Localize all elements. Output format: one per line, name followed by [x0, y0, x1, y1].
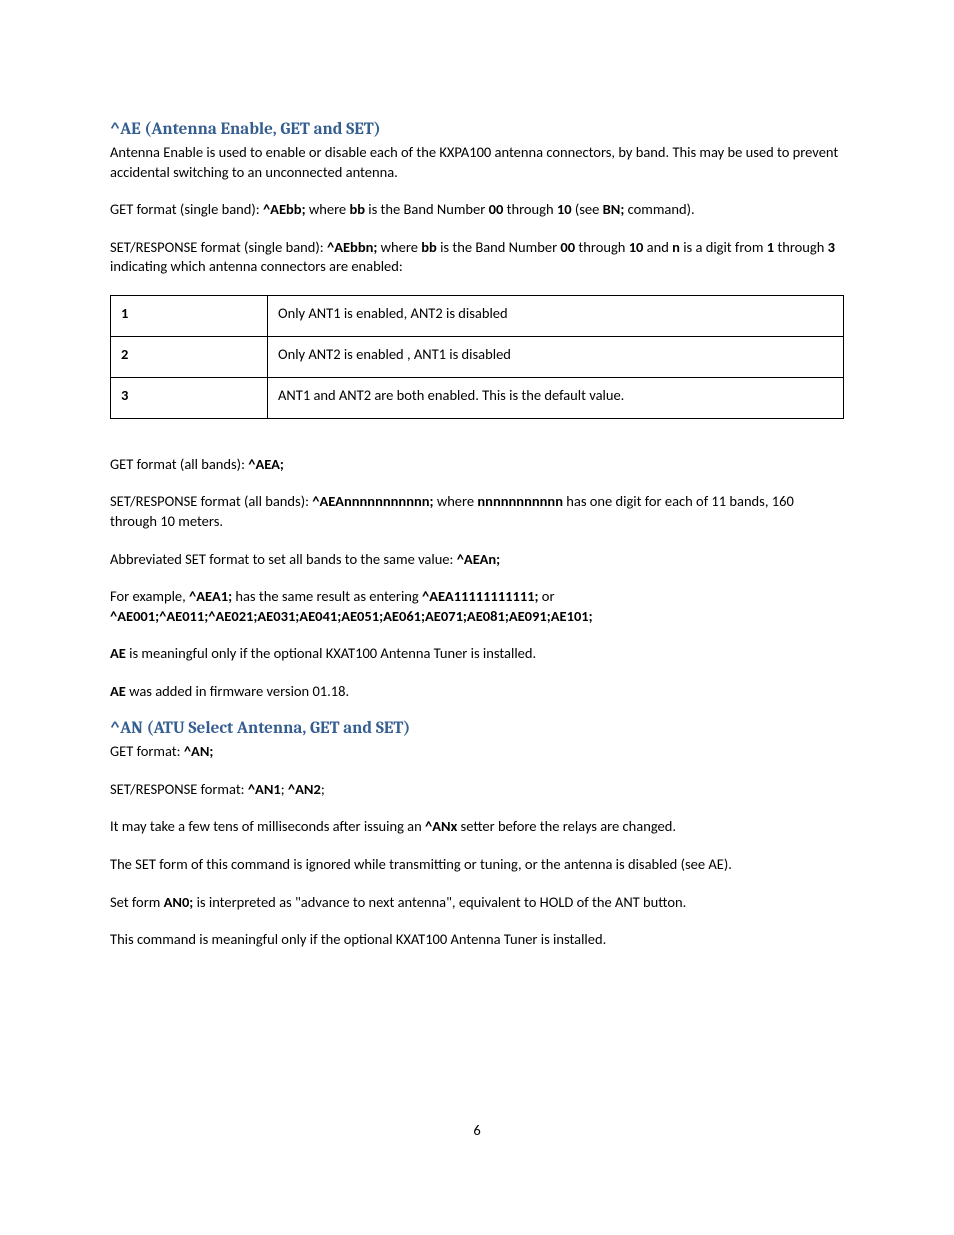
text: (see	[572, 200, 603, 218]
text: where	[377, 238, 421, 256]
paragraph: AE is meaningful only if the optional KX…	[110, 644, 844, 664]
table-row: 3 ANT1 and ANT2 are both enabled. This i…	[111, 377, 844, 418]
text: Abbreviated SET format to set all bands …	[110, 550, 457, 568]
code: ^AEA11111111111;	[422, 587, 539, 605]
table-cell: ANT1 and ANT2 are both enabled. This is …	[268, 377, 844, 418]
code: ^AN;	[184, 742, 214, 760]
text: is the Band Number	[437, 238, 561, 256]
code: bb	[349, 200, 365, 218]
code: 10	[557, 200, 572, 218]
section-heading-ae: ^AE (Antenna Enable, GET and SET)	[110, 120, 844, 139]
paragraph: Abbreviated SET format to set all bands …	[110, 550, 844, 570]
paragraph: The SET form of this command is ignored …	[110, 855, 844, 875]
text: ;	[281, 780, 288, 798]
text: is the Band Number	[365, 200, 489, 218]
text: is interpreted as "advance to next anten…	[193, 893, 686, 911]
code: ^ANx	[425, 817, 457, 835]
paragraph: This command is meaningful only if the o…	[110, 930, 844, 950]
paragraph: AE was added in firmware version 01.18.	[110, 682, 844, 702]
page-number: 6	[0, 1121, 954, 1139]
text: where	[306, 200, 350, 218]
code: ^AEAn;	[457, 550, 500, 568]
text: ;	[321, 780, 325, 798]
code: n	[672, 238, 680, 256]
paragraph: Set form AN0; is interpreted as "advance…	[110, 893, 844, 913]
document-page: ^AE (Antenna Enable, GET and SET) Antenn…	[0, 0, 954, 1235]
code: 00	[489, 200, 504, 218]
paragraph: For example, ^AEA1; has the same result …	[110, 587, 844, 626]
text: Set form	[110, 893, 164, 911]
paragraph: GET format: ^AN;	[110, 742, 844, 762]
table-row: 2 Only ANT2 is enabled , ANT1 is disable…	[111, 336, 844, 377]
code: AN0;	[164, 893, 194, 911]
code: ^AN2	[288, 780, 321, 798]
paragraph: SET/RESPONSE format (single band): ^AEbb…	[110, 238, 844, 277]
text: where	[434, 492, 478, 510]
code: ^AEbb;	[263, 200, 306, 218]
text: command).	[624, 200, 694, 218]
text: GET format (single band):	[110, 200, 263, 218]
text: For example,	[110, 587, 189, 605]
paragraph: GET format (all bands): ^AEA;	[110, 455, 844, 475]
text: GET format:	[110, 742, 184, 760]
code: nnnnnnnnnnn	[477, 492, 563, 510]
paragraph: SET/RESPONSE format (all bands): ^AEAnnn…	[110, 492, 844, 531]
section-heading-an: ^AN (ATU Select Antenna, GET and SET)	[110, 719, 844, 738]
text: is meaningful only if the optional KXAT1…	[126, 644, 536, 662]
text: setter before the relays are changed.	[457, 817, 676, 835]
paragraph: SET/RESPONSE format: ^AN1; ^AN2;	[110, 780, 844, 800]
code: AE	[110, 644, 126, 662]
text: SET/RESPONSE format (all bands):	[110, 492, 312, 510]
paragraph: It may take a few tens of milliseconds a…	[110, 817, 844, 837]
code: 3	[828, 238, 835, 256]
table-cell: 1	[111, 295, 268, 336]
code: ^AEA1;	[189, 587, 232, 605]
text: has the same result as entering	[232, 587, 422, 605]
text: was added in firmware version 01.18.	[126, 682, 349, 700]
text: is a digit from	[680, 238, 767, 256]
table-row: 1 Only ANT1 is enabled, ANT2 is disabled	[111, 295, 844, 336]
text: through	[774, 238, 828, 256]
text: and	[643, 238, 672, 256]
text: It may take a few tens of milliseconds a…	[110, 817, 425, 835]
code: ^AEbbn;	[327, 238, 377, 256]
code: 10	[629, 238, 644, 256]
text: SET/RESPONSE format:	[110, 780, 248, 798]
code: 1	[767, 238, 774, 256]
code: ^AN1	[248, 780, 281, 798]
code: ^AEA;	[248, 455, 284, 473]
table-cell: Only ANT1 is enabled, ANT2 is disabled	[268, 295, 844, 336]
table-cell: 3	[111, 377, 268, 418]
code: AE	[110, 682, 126, 700]
code: ^AE001;^AE011;^AE021;AE031;AE041;AE051;A…	[110, 607, 593, 625]
code: 00	[560, 238, 575, 256]
antenna-enable-table: 1 Only ANT1 is enabled, ANT2 is disabled…	[110, 295, 844, 419]
code: bb	[421, 238, 437, 256]
text: indicating which antenna connectors are …	[110, 257, 403, 275]
code: BN;	[603, 200, 625, 218]
table-cell: Only ANT2 is enabled , ANT1 is disabled	[268, 336, 844, 377]
text: or	[539, 587, 555, 605]
paragraph: Antenna Enable is used to enable or disa…	[110, 143, 844, 182]
text: through	[503, 200, 557, 218]
text: through	[575, 238, 629, 256]
text: SET/RESPONSE format (single band):	[110, 238, 327, 256]
paragraph: GET format (single band): ^AEbb; where b…	[110, 200, 844, 220]
table-cell: 2	[111, 336, 268, 377]
text: GET format (all bands):	[110, 455, 248, 473]
code: ^AEAnnnnnnnnnnn;	[312, 492, 433, 510]
